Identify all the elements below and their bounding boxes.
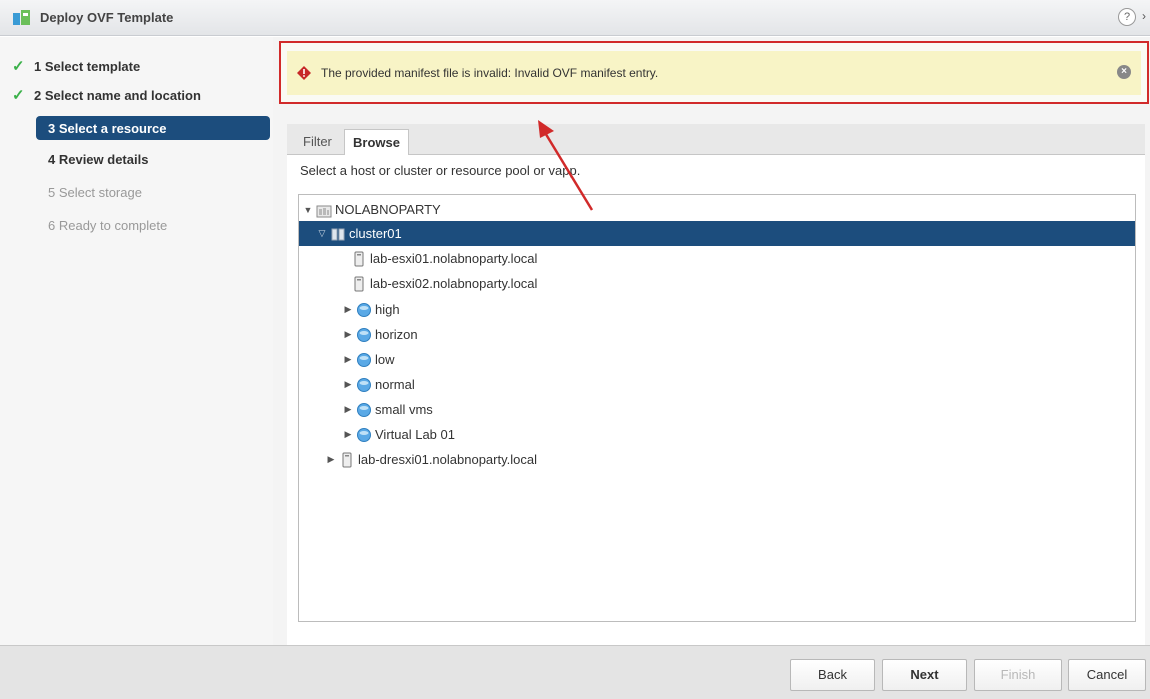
ovf-deploy-icon xyxy=(13,9,30,25)
check-icon: ✓ xyxy=(12,87,25,104)
tab-browse[interactable]: Browse xyxy=(344,129,409,156)
datacenter-icon xyxy=(316,205,332,217)
tree-node-resource-pool[interactable]: ▶ low xyxy=(342,347,542,372)
step-select-name-location[interactable]: ✓ 2 Select name and location xyxy=(12,83,270,107)
host-icon xyxy=(342,452,352,467)
step-review-details[interactable]: 4 Review details xyxy=(12,147,270,171)
back-button[interactable]: Back xyxy=(790,659,875,691)
step-label: 5 Select storage xyxy=(48,184,142,200)
step-label: 3 Select a resource xyxy=(48,120,167,136)
cluster-icon xyxy=(331,228,345,240)
tree-node-label: cluster01 xyxy=(349,226,402,241)
step-label: 2 Select name and location xyxy=(34,87,201,103)
expand-right-icon[interactable]: ▶ xyxy=(342,429,354,440)
error-message-box: The provided manifest file is invalid: I… xyxy=(287,51,1141,95)
close-icon[interactable]: × xyxy=(1117,65,1131,79)
tree-node-label: lab-dresxi01.nolabnoparty.local xyxy=(358,452,537,467)
resource-pool-icon xyxy=(357,402,371,417)
tree-node-resource-pool[interactable]: ▶ normal xyxy=(342,372,542,397)
finish-button: Finish xyxy=(974,659,1062,691)
resource-pool-icon xyxy=(357,427,371,442)
annotation-arrow-icon xyxy=(538,120,594,211)
tree-node-label: low xyxy=(375,352,395,367)
tree-node-resource-pool[interactable]: ▶ horizon xyxy=(342,322,542,347)
tree-node-label: lab-esxi02.nolabnoparty.local xyxy=(370,276,538,291)
next-button[interactable]: Next xyxy=(882,659,967,691)
error-message: The provided manifest file is invalid: I… xyxy=(321,66,659,80)
expand-right-icon[interactable]: ▶ xyxy=(342,329,354,340)
tree-node-label: Virtual Lab 01 xyxy=(375,427,455,442)
tree-node-label: lab-esxi01.nolabnoparty.local xyxy=(370,251,538,266)
step-select-resource[interactable]: 3 Select a resource xyxy=(36,116,270,140)
resource-pool-icon xyxy=(357,352,371,367)
expand-right-icon[interactable]: ▶ xyxy=(342,354,354,365)
dialog-title: Deploy OVF Template xyxy=(40,10,174,25)
host-icon xyxy=(354,251,364,266)
step-ready-to-complete: 6 Ready to complete xyxy=(12,213,270,237)
step-label: 1 Select template xyxy=(34,58,141,74)
host-icon xyxy=(354,276,364,291)
tab-filter[interactable]: Filter xyxy=(295,129,340,155)
tree-node-resource-pool[interactable]: ▶ small vms xyxy=(342,397,542,422)
tree-node-host[interactable]: lab-esxi01.nolabnoparty.local xyxy=(349,246,609,271)
step-label: 4 Review details xyxy=(48,151,149,167)
expand-right-icon[interactable]: ▶ xyxy=(342,379,354,390)
error-icon xyxy=(297,66,311,80)
expand-right-icon[interactable]: ▶ xyxy=(342,304,354,315)
tree-node-label: horizon xyxy=(375,327,418,342)
tree-node-label: small vms xyxy=(375,402,433,417)
step-select-template[interactable]: ✓ 1 Select template xyxy=(12,54,270,78)
tree-node-cluster[interactable]: ▽ cluster01 xyxy=(299,221,1135,246)
tab-strip: Filter Browse xyxy=(287,124,1145,156)
tree-node-label: normal xyxy=(375,377,415,392)
expand-right-icon[interactable]: ▶ xyxy=(325,454,337,465)
step-select-storage: 5 Select storage xyxy=(12,180,270,204)
help-icon[interactable]: ? xyxy=(1118,8,1136,26)
resource-pool-icon xyxy=(357,302,371,317)
tree-node-host[interactable]: ▶ lab-dresxi01.nolabnoparty.local xyxy=(325,447,605,472)
check-icon: ✓ xyxy=(12,58,25,75)
cancel-button[interactable]: Cancel xyxy=(1068,659,1146,691)
resource-pool-icon xyxy=(357,327,371,342)
resource-pool-icon xyxy=(357,377,371,392)
expand-down-icon[interactable]: ▽ xyxy=(316,228,328,239)
tree-node-host[interactable]: lab-esxi02.nolabnoparty.local xyxy=(349,271,609,296)
step-label: 6 Ready to complete xyxy=(48,217,168,233)
expand-down-icon[interactable]: ▼ xyxy=(302,205,314,215)
more-icon[interactable]: › xyxy=(1142,9,1146,23)
tree-node-label: high xyxy=(375,302,400,317)
error-banner: The provided manifest file is invalid: I… xyxy=(279,41,1149,104)
expand-right-icon[interactable]: ▶ xyxy=(342,404,354,415)
tree-node-resource-pool[interactable]: ▶ Virtual Lab 01 xyxy=(342,422,542,447)
title-bar: Deploy OVF Template ? › xyxy=(0,0,1150,36)
tree-node-resource-pool[interactable]: ▶ high xyxy=(342,297,542,322)
tree-node-label: NOLABNOPARTY xyxy=(335,202,441,217)
